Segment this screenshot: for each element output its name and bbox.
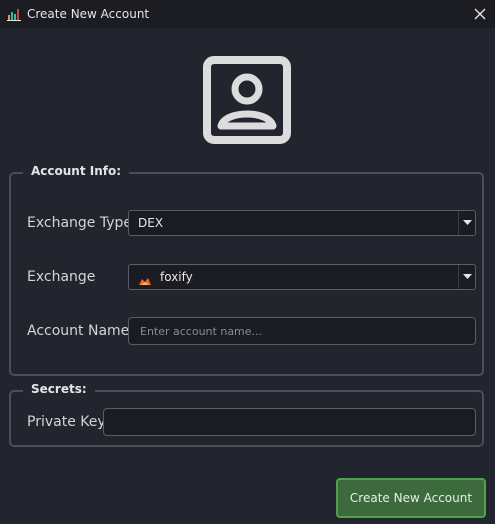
exchange-label: Exchange bbox=[27, 269, 96, 285]
exchange-select[interactable]: foxify bbox=[128, 264, 476, 290]
bar-chart-icon bbox=[7, 6, 21, 21]
chevron-down-icon bbox=[458, 211, 475, 235]
exchange-type-value: DEX bbox=[138, 216, 164, 230]
exchange-type-label: Exchange Type bbox=[27, 215, 133, 231]
exchange-type-select[interactable]: DEX bbox=[128, 210, 476, 236]
secrets-group: Secrets: Private Key bbox=[9, 382, 484, 447]
title-bar[interactable]: Create New Account bbox=[0, 0, 495, 28]
account-info-legend: Account Info: bbox=[23, 164, 130, 178]
account-name-input[interactable] bbox=[128, 317, 476, 345]
close-icon bbox=[474, 8, 486, 20]
window-title: Create New Account bbox=[27, 7, 150, 21]
private-key-input[interactable] bbox=[103, 408, 476, 436]
secrets-legend: Secrets: bbox=[23, 382, 95, 396]
create-account-button[interactable]: Create New Account bbox=[336, 478, 486, 518]
close-button[interactable] bbox=[465, 0, 495, 28]
user-portrait-icon bbox=[203, 56, 291, 144]
account-info-group: Account Info: Exchange Type DEX Exchange… bbox=[9, 164, 484, 376]
account-name-label: Account Name bbox=[27, 323, 130, 339]
exchange-value: foxify bbox=[160, 270, 193, 284]
private-key-label: Private Key bbox=[27, 414, 106, 430]
chevron-down-icon bbox=[458, 265, 475, 289]
foxify-logo-icon bbox=[138, 272, 152, 285]
